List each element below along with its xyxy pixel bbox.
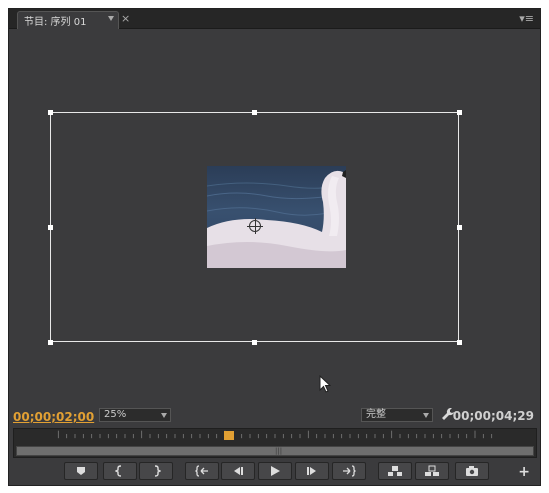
playback-resolution-select[interactable]: 完整 [361, 408, 433, 422]
add-marker-button[interactable] [64, 462, 98, 480]
go-to-in-button[interactable] [185, 462, 219, 480]
camera-icon [466, 466, 478, 476]
playhead-marker[interactable] [224, 431, 234, 440]
extract-icon [425, 465, 439, 476]
play-button[interactable] [258, 462, 292, 480]
step-forward-button[interactable] [295, 462, 329, 480]
anchor-point-icon[interactable] [247, 218, 263, 234]
transform-handle-bottom-right[interactable] [457, 340, 462, 345]
tab-dropdown-icon[interactable] [108, 16, 114, 21]
transform-handle-top-left[interactable] [48, 110, 53, 115]
mark-in-icon [115, 465, 122, 477]
program-viewer[interactable] [9, 30, 540, 406]
lift-icon [388, 466, 402, 476]
transform-handle-bottom-center[interactable] [252, 340, 257, 345]
current-timecode[interactable]: 00;00;02;00 [13, 410, 94, 424]
mark-out-icon [154, 465, 161, 477]
ruler-ticks [57, 430, 493, 439]
tab-title: 节目: 序列 01 [24, 17, 87, 28]
monitor-control-row: 00;00;02;00 25% 完整 00;00;04;29 [9, 407, 540, 427]
mark-in-button[interactable] [103, 462, 137, 480]
time-ruler[interactable]: ||| [13, 428, 537, 458]
go-to-in-icon [195, 465, 208, 477]
scroll-grip-icon[interactable]: ||| [275, 447, 282, 456]
step-back-button[interactable] [221, 462, 255, 480]
extract-button[interactable] [415, 462, 449, 480]
transport-controls: + [9, 460, 540, 482]
go-to-out-icon [343, 465, 356, 477]
zoom-scroll-bar[interactable]: ||| [16, 446, 534, 456]
video-frame-swan [207, 166, 346, 268]
mouse-pointer-icon [319, 375, 331, 393]
close-icon[interactable]: × [121, 12, 130, 26]
chevron-down-icon [161, 413, 167, 418]
zoom-level-select[interactable]: 25% [99, 408, 171, 422]
transform-handle-middle-right[interactable] [457, 225, 462, 230]
button-editor-plus-icon[interactable]: + [518, 464, 530, 480]
transform-handle-bottom-left[interactable] [48, 340, 53, 345]
step-back-icon [234, 467, 243, 475]
transform-handle-top-center[interactable] [252, 110, 257, 115]
step-forward-icon [307, 467, 316, 475]
go-to-out-button[interactable] [332, 462, 366, 480]
mark-out-button[interactable] [139, 462, 173, 480]
chevron-down-icon [423, 413, 429, 418]
transform-handle-middle-left[interactable] [48, 225, 53, 230]
tab-program-sequence[interactable]: 节目: 序列 01 [17, 11, 119, 29]
add-marker-icon [77, 467, 85, 475]
duration-timecode: 00;00;04;29 [452, 409, 534, 423]
lift-button[interactable] [378, 462, 412, 480]
panel-menu-icon[interactable]: ▾≡ [519, 12, 534, 26]
export-frame-button[interactable] [455, 462, 489, 480]
resolution-value: 完整 [366, 409, 386, 420]
play-icon [271, 466, 280, 476]
program-monitor-panel: 节目: 序列 01 × ▾≡ 00;00;02;00 25% 完整 00;00;… [8, 8, 541, 486]
panel-tab-bar: 节目: 序列 01 × ▾≡ [9, 9, 540, 29]
zoom-level-value: 25% [104, 409, 127, 420]
transform-handle-top-right[interactable] [457, 110, 462, 115]
